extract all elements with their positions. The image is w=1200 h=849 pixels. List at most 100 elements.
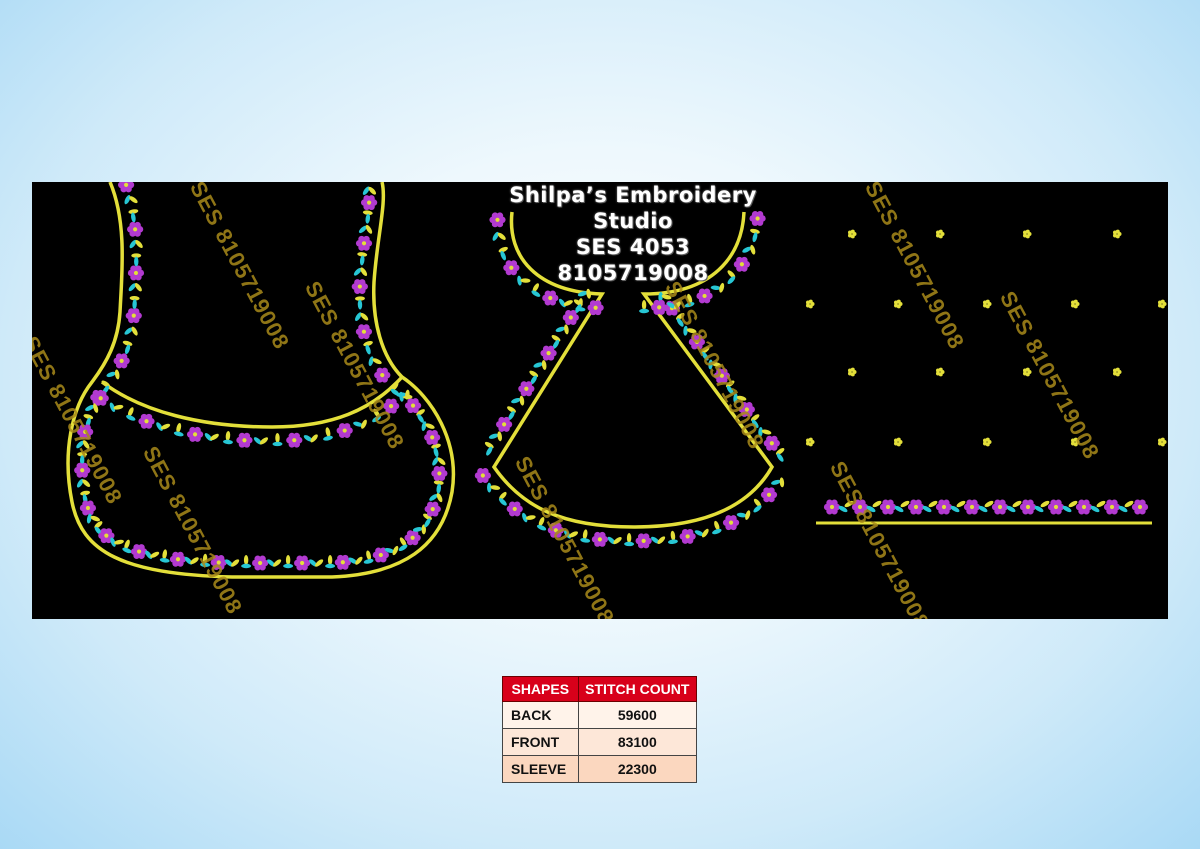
leaf-motif bbox=[497, 431, 502, 442]
header-shapes: SHAPES bbox=[502, 676, 579, 702]
leaf-motif bbox=[586, 288, 591, 299]
flower-motif bbox=[635, 533, 652, 549]
leaf-motif bbox=[541, 360, 547, 370]
back-neck-outline bbox=[66, 182, 456, 579]
flower-motif bbox=[294, 555, 311, 571]
count-cell: 22300 bbox=[577, 755, 698, 783]
flower-motif bbox=[404, 398, 422, 414]
table-row: BACK 59600 bbox=[502, 701, 698, 729]
flower-motif bbox=[186, 426, 204, 442]
flower-motif bbox=[252, 555, 269, 571]
leaf-motif bbox=[641, 300, 647, 311]
stitch-count-table: SHAPES STITCH COUNT BACK 59600 FRONT 831… bbox=[502, 676, 698, 783]
leaf-motif bbox=[490, 485, 501, 490]
leaf-motif bbox=[222, 439, 233, 445]
flower-motif bbox=[1131, 499, 1149, 515]
flower-motif bbox=[506, 501, 523, 517]
leaf-motif bbox=[564, 324, 569, 335]
leaf-motif bbox=[519, 395, 525, 406]
flower-motif bbox=[113, 353, 130, 369]
flower-motif bbox=[404, 530, 421, 546]
leaf-motif bbox=[114, 369, 120, 380]
leaf-motif bbox=[667, 539, 678, 544]
flower-motif bbox=[696, 288, 713, 304]
leaf-motif bbox=[275, 432, 280, 443]
flower-motif bbox=[236, 432, 253, 448]
flower-motif bbox=[651, 299, 668, 315]
flower-motif bbox=[336, 423, 353, 439]
shape-cell: BACK bbox=[502, 701, 579, 729]
flower-motif bbox=[138, 413, 155, 429]
leaf-motif bbox=[283, 563, 294, 569]
shape-cell: FRONT bbox=[502, 728, 579, 756]
studio-title-block: Shilpa’s Embroidery Studio SES 4053 8105… bbox=[468, 182, 798, 286]
flower-motif bbox=[355, 235, 373, 251]
flower-motif bbox=[760, 487, 778, 503]
flower-motif bbox=[991, 499, 1009, 515]
design-code: SES 4053 bbox=[575, 235, 691, 259]
flower-motif bbox=[907, 499, 925, 515]
flower-motif bbox=[351, 279, 368, 295]
flower-motif bbox=[1019, 499, 1037, 515]
leaf-motif bbox=[365, 213, 371, 224]
flower-motif bbox=[127, 221, 144, 237]
flower-motif bbox=[127, 265, 145, 281]
leaf-motif bbox=[159, 557, 170, 563]
flower-motif bbox=[935, 499, 953, 515]
leaf-motif bbox=[162, 549, 168, 560]
leaf-motif bbox=[582, 529, 588, 540]
leaf-motif bbox=[131, 212, 136, 223]
leaf-motif bbox=[779, 477, 785, 488]
leaf-motif bbox=[132, 299, 137, 310]
flower-motif bbox=[823, 499, 841, 515]
leaf-motif bbox=[357, 299, 363, 310]
leaf-motif bbox=[134, 256, 139, 267]
flower-motif bbox=[355, 324, 373, 340]
flower-motif bbox=[474, 468, 491, 483]
flower-motif bbox=[1103, 499, 1121, 515]
flower-motif bbox=[79, 500, 97, 516]
leaf-motif bbox=[243, 555, 249, 565]
count-cell: 83100 bbox=[577, 728, 698, 756]
leaf-motif bbox=[285, 555, 291, 565]
leaf-motif bbox=[771, 479, 781, 485]
flower-motif bbox=[1075, 499, 1093, 515]
header-stitch-count: STITCH COUNT bbox=[577, 676, 698, 702]
leaf-motif bbox=[624, 541, 635, 547]
leaf-motif bbox=[241, 563, 252, 569]
studio-phone: 8105719008 bbox=[557, 261, 709, 285]
leaf-motif bbox=[580, 538, 591, 543]
leaf-motif bbox=[359, 255, 365, 266]
leaf-motif bbox=[626, 532, 632, 543]
flower-motif bbox=[125, 308, 142, 324]
table-row: FRONT 83100 bbox=[502, 728, 698, 756]
flower-motif bbox=[879, 499, 897, 515]
sleeve-buttis bbox=[805, 229, 1167, 447]
embroidery-design-panel: SES 8105719008 SES 8105719008 SES 810571… bbox=[32, 182, 1168, 619]
flower-motif bbox=[361, 195, 378, 211]
flower-motif bbox=[1047, 499, 1065, 515]
flower-motif bbox=[334, 554, 351, 570]
flower-motif bbox=[679, 528, 696, 544]
flower-motif bbox=[424, 429, 441, 445]
flower-motif bbox=[169, 551, 187, 567]
count-cell: 59600 bbox=[577, 701, 698, 729]
leaf-motif bbox=[325, 563, 336, 569]
flower-motif bbox=[431, 465, 448, 481]
flower-motif bbox=[722, 515, 740, 531]
leaf-motif bbox=[670, 530, 676, 541]
leaf-motif bbox=[436, 483, 442, 494]
flower-motif bbox=[286, 432, 303, 448]
shape-cell: SLEEVE bbox=[502, 755, 579, 783]
leaf-motif bbox=[639, 308, 650, 314]
leaf-motif bbox=[272, 441, 283, 447]
flower-motif bbox=[542, 290, 559, 306]
flower-motif bbox=[963, 499, 981, 515]
flower-motif bbox=[591, 531, 608, 547]
leaf-motif bbox=[225, 430, 231, 441]
flower-motif bbox=[118, 182, 135, 193]
leaf-motif bbox=[327, 555, 333, 565]
studio-name: Shilpa’s Embroidery Studio bbox=[509, 183, 757, 233]
flower-motif bbox=[130, 544, 148, 559]
table-row: SLEEVE 22300 bbox=[502, 755, 698, 783]
